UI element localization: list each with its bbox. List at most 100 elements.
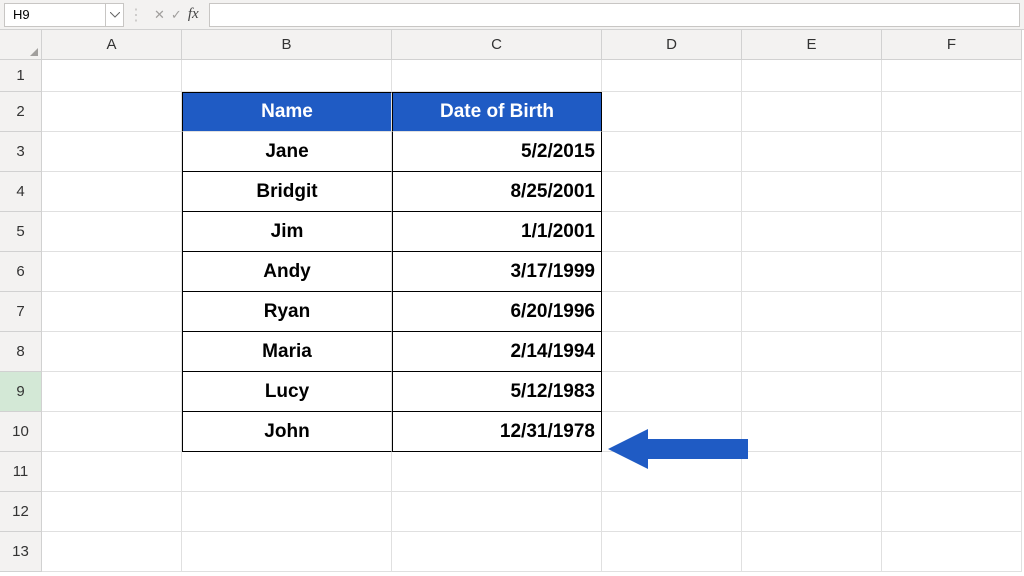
col-header-B[interactable]: B: [182, 30, 392, 60]
cell-E11[interactable]: [742, 452, 882, 492]
row-header-8[interactable]: 8: [0, 332, 42, 372]
cell-D2[interactable]: [602, 92, 742, 132]
row-header-3[interactable]: 3: [0, 132, 42, 172]
row-header-2[interactable]: 2: [0, 92, 42, 132]
cell-C3[interactable]: 5/2/2015: [392, 132, 602, 172]
cell-A10[interactable]: [42, 412, 182, 452]
cell-E7[interactable]: [742, 292, 882, 332]
cell-C11[interactable]: [392, 452, 602, 492]
row-header-13[interactable]: 13: [0, 532, 42, 572]
cell-D1[interactable]: [602, 60, 742, 92]
formula-input[interactable]: [209, 3, 1020, 27]
col-header-D[interactable]: D: [602, 30, 742, 60]
cell-D5[interactable]: [602, 212, 742, 252]
cell-F13[interactable]: [882, 532, 1022, 572]
table-header-name[interactable]: Name: [182, 92, 392, 132]
cell-A6[interactable]: [42, 252, 182, 292]
cell-C5[interactable]: 1/1/2001: [392, 212, 602, 252]
col-header-A[interactable]: A: [42, 30, 182, 60]
cell-C12[interactable]: [392, 492, 602, 532]
cell-B4[interactable]: Bridgit: [182, 172, 392, 212]
cell-D8[interactable]: [602, 332, 742, 372]
cell-A3[interactable]: [42, 132, 182, 172]
cell-B1[interactable]: [182, 60, 392, 92]
cell-F9[interactable]: [882, 372, 1022, 412]
cell-E13[interactable]: [742, 532, 882, 572]
cell-F5[interactable]: [882, 212, 1022, 252]
cell-F11[interactable]: [882, 452, 1022, 492]
cell-E5[interactable]: [742, 212, 882, 252]
cell-A7[interactable]: [42, 292, 182, 332]
cell-E10[interactable]: [742, 412, 882, 452]
cell-B12[interactable]: [182, 492, 392, 532]
cell-B11[interactable]: [182, 452, 392, 492]
table-header-dob[interactable]: Date of Birth: [392, 92, 602, 132]
row-header-1[interactable]: 1: [0, 60, 42, 92]
cell-B9[interactable]: Lucy: [182, 372, 392, 412]
cell-A2[interactable]: [42, 92, 182, 132]
cell-E6[interactable]: [742, 252, 882, 292]
cell-F4[interactable]: [882, 172, 1022, 212]
cell-A1[interactable]: [42, 60, 182, 92]
cell-F7[interactable]: [882, 292, 1022, 332]
col-header-E[interactable]: E: [742, 30, 882, 60]
cell-B3[interactable]: Jane: [182, 132, 392, 172]
row-header-10[interactable]: 10: [0, 412, 42, 452]
cell-E1[interactable]: [742, 60, 882, 92]
cell-D13[interactable]: [602, 532, 742, 572]
chevron-down-icon[interactable]: [105, 4, 123, 26]
cell-E4[interactable]: [742, 172, 882, 212]
cell-C7[interactable]: 6/20/1996: [392, 292, 602, 332]
cell-B13[interactable]: [182, 532, 392, 572]
cell-C8[interactable]: 2/14/1994: [392, 332, 602, 372]
row-header-9[interactable]: 9: [0, 372, 42, 412]
cell-A12[interactable]: [42, 492, 182, 532]
cell-B6[interactable]: Andy: [182, 252, 392, 292]
cell-A13[interactable]: [42, 532, 182, 572]
cell-C4[interactable]: 8/25/2001: [392, 172, 602, 212]
cell-D9[interactable]: [602, 372, 742, 412]
cell-E9[interactable]: [742, 372, 882, 412]
cell-C1[interactable]: [392, 60, 602, 92]
cell-E3[interactable]: [742, 132, 882, 172]
cell-C9[interactable]: 5/12/1983: [392, 372, 602, 412]
cell-F2[interactable]: [882, 92, 1022, 132]
confirm-icon[interactable]: ✓: [171, 7, 182, 23]
cell-F3[interactable]: [882, 132, 1022, 172]
cell-C10[interactable]: 12/31/1978: [392, 412, 602, 452]
row-header-5[interactable]: 5: [0, 212, 42, 252]
cell-E8[interactable]: [742, 332, 882, 372]
cell-D12[interactable]: [602, 492, 742, 532]
col-header-F[interactable]: F: [882, 30, 1022, 60]
cell-A8[interactable]: [42, 332, 182, 372]
cell-A4[interactable]: [42, 172, 182, 212]
col-header-C[interactable]: C: [392, 30, 602, 60]
fx-icon[interactable]: fx: [188, 6, 199, 23]
row-header-11[interactable]: 11: [0, 452, 42, 492]
row-header-12[interactable]: 12: [0, 492, 42, 532]
cell-D4[interactable]: [602, 172, 742, 212]
cell-F10[interactable]: [882, 412, 1022, 452]
cell-C13[interactable]: [392, 532, 602, 572]
cell-E12[interactable]: [742, 492, 882, 532]
cell-F1[interactable]: [882, 60, 1022, 92]
name-box[interactable]: H9: [4, 3, 124, 27]
cell-C6[interactable]: 3/17/1999: [392, 252, 602, 292]
cell-B8[interactable]: Maria: [182, 332, 392, 372]
cell-F12[interactable]: [882, 492, 1022, 532]
cell-F8[interactable]: [882, 332, 1022, 372]
cell-A5[interactable]: [42, 212, 182, 252]
row-header-4[interactable]: 4: [0, 172, 42, 212]
row-header-6[interactable]: 6: [0, 252, 42, 292]
cell-B10[interactable]: John: [182, 412, 392, 452]
cell-F6[interactable]: [882, 252, 1022, 292]
cell-B7[interactable]: Ryan: [182, 292, 392, 332]
cell-E2[interactable]: [742, 92, 882, 132]
cell-D3[interactable]: [602, 132, 742, 172]
cell-D7[interactable]: [602, 292, 742, 332]
row-header-7[interactable]: 7: [0, 292, 42, 332]
cell-A11[interactable]: [42, 452, 182, 492]
cell-A9[interactable]: [42, 372, 182, 412]
cancel-icon[interactable]: ✕: [154, 7, 165, 23]
cell-B5[interactable]: Jim: [182, 212, 392, 252]
